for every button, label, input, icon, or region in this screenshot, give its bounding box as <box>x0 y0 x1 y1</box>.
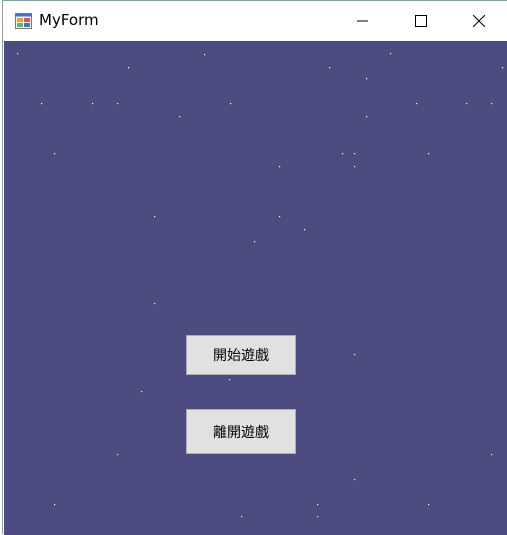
star <box>428 504 430 506</box>
star <box>329 67 331 69</box>
star <box>279 166 281 168</box>
star <box>117 454 119 456</box>
star <box>204 54 206 56</box>
star <box>128 67 130 69</box>
star <box>491 103 493 105</box>
star <box>254 241 256 243</box>
star <box>17 53 19 55</box>
exit-game-button[interactable]: 離開遊戲 <box>186 409 296 454</box>
star <box>230 103 232 105</box>
app-form-icon <box>15 12 33 30</box>
game-canvas[interactable]: 開始遊戲 離開遊戲 <box>4 41 507 535</box>
title-bar[interactable]: MyForm <box>3 1 507 41</box>
star <box>466 103 468 105</box>
star <box>154 303 156 305</box>
main-window: MyForm 開始遊戲 離開遊戲 <box>2 0 507 535</box>
star <box>491 454 493 456</box>
star <box>354 166 356 168</box>
star <box>354 479 356 481</box>
star <box>241 516 243 518</box>
starfield <box>17 53 504 518</box>
minimize-icon <box>357 12 369 31</box>
maximize-icon <box>415 12 427 31</box>
star <box>354 354 356 356</box>
star <box>304 229 306 231</box>
star <box>141 391 143 393</box>
close-button[interactable] <box>450 1 507 41</box>
star <box>41 103 43 105</box>
star <box>342 153 344 155</box>
star <box>317 504 319 506</box>
star <box>354 153 356 155</box>
start-game-button[interactable]: 開始遊戲 <box>186 335 296 375</box>
maximize-button[interactable] <box>392 1 450 41</box>
star <box>92 103 94 105</box>
star <box>390 53 392 55</box>
star <box>366 116 368 118</box>
star <box>229 379 231 381</box>
star <box>179 116 181 118</box>
star <box>154 216 156 218</box>
star <box>416 103 418 105</box>
star <box>366 78 368 80</box>
minimize-button[interactable] <box>334 1 392 41</box>
window-title: MyForm <box>39 11 99 29</box>
star <box>279 216 281 218</box>
star <box>117 103 119 105</box>
star <box>502 67 504 69</box>
close-icon <box>472 12 486 31</box>
star <box>317 516 319 518</box>
star <box>428 153 430 155</box>
star <box>54 153 56 155</box>
star <box>54 504 56 506</box>
